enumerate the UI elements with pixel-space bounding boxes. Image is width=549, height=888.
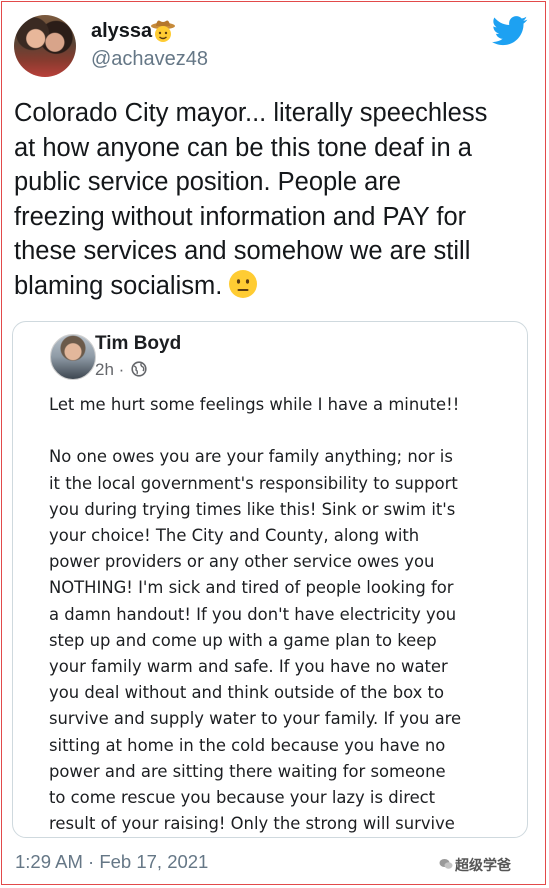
tweet-text-line: Colorado City mayor... literally speechl… [14, 99, 488, 127]
fb-body-line: result of your raising! Only the strong … [49, 814, 455, 834]
tweet-text-line: at how anyone can be this tone deaf in a [14, 133, 472, 162]
neutral-face-emoji-icon [229, 269, 258, 298]
fb-body-line: it the local government's responsibility… [49, 473, 458, 493]
twitter-bird-icon[interactable] [492, 16, 528, 46]
tweet-text-line: these services and somehow we are still [14, 237, 471, 266]
tweet-text-line: blaming socialism. [14, 271, 223, 300]
fb-body-line: a damn handout! If you don't have electr… [49, 604, 457, 624]
fb-body-line: No one owes you are your family anything… [49, 447, 453, 467]
fb-body-line: power and are sitting there waiting for … [49, 761, 446, 781]
fb-body-line: step up and come up with a game plan to … [49, 630, 437, 650]
fb-post-body: Let me hurt some feelings while I have a… [49, 392, 519, 837]
wechat-watermark-icon [439, 859, 453, 869]
tweet-text: Colorado City mayor... literally speechl… [14, 96, 539, 304]
tweet-text-line: public service position. People are [14, 168, 401, 197]
screenshot-frame: alyssa @achavez48 Colorado City mayor...… [1, 1, 546, 885]
fb-post-time[interactable]: 2h · [95, 360, 124, 380]
fb-body-line: you deal without and think outside of th… [49, 683, 444, 703]
fb-body-line: power providers or any other service owe… [49, 552, 435, 572]
fb-body-line: your choice! The City and County, along … [49, 526, 420, 545]
fb-body-line: your family warm and safe. If you have n… [49, 657, 448, 677]
fb-author-avatar[interactable] [50, 334, 96, 380]
tweet-text-last-line: blaming socialism. [14, 269, 539, 304]
tweet-text-line: freezing without information and PAY for [14, 202, 467, 231]
user-avatar[interactable] [14, 15, 76, 77]
fb-first-line: Let me hurt some feelings while I have a… [49, 395, 460, 414]
fb-body-line: to come rescue you because your lazy is … [49, 788, 436, 808]
cowboy-emoji-icon [151, 20, 175, 42]
tweet-timestamp[interactable]: 1:29 AM · Feb 17, 2021 [15, 851, 208, 873]
quoted-facebook-post[interactable]: Tim Boyd 2h · Let me hurt some feelings … [12, 321, 528, 838]
fb-body-line: NOTHING! I'm sick and tired of people lo… [49, 578, 454, 598]
watermark-text: 超级学爸 [455, 857, 511, 873]
globe-icon [131, 361, 147, 377]
fb-body-line: survive and supply water to your family.… [49, 709, 462, 729]
fb-body-line: you during trying times like this! Sink … [49, 499, 456, 519]
user-handle[interactable]: @achavez48 [91, 48, 208, 71]
fb-body-line: sitting at home in the cold because you … [49, 735, 446, 755]
fb-author-name[interactable]: Tim Boyd [95, 333, 181, 355]
display-name[interactable]: alyssa [91, 20, 152, 43]
